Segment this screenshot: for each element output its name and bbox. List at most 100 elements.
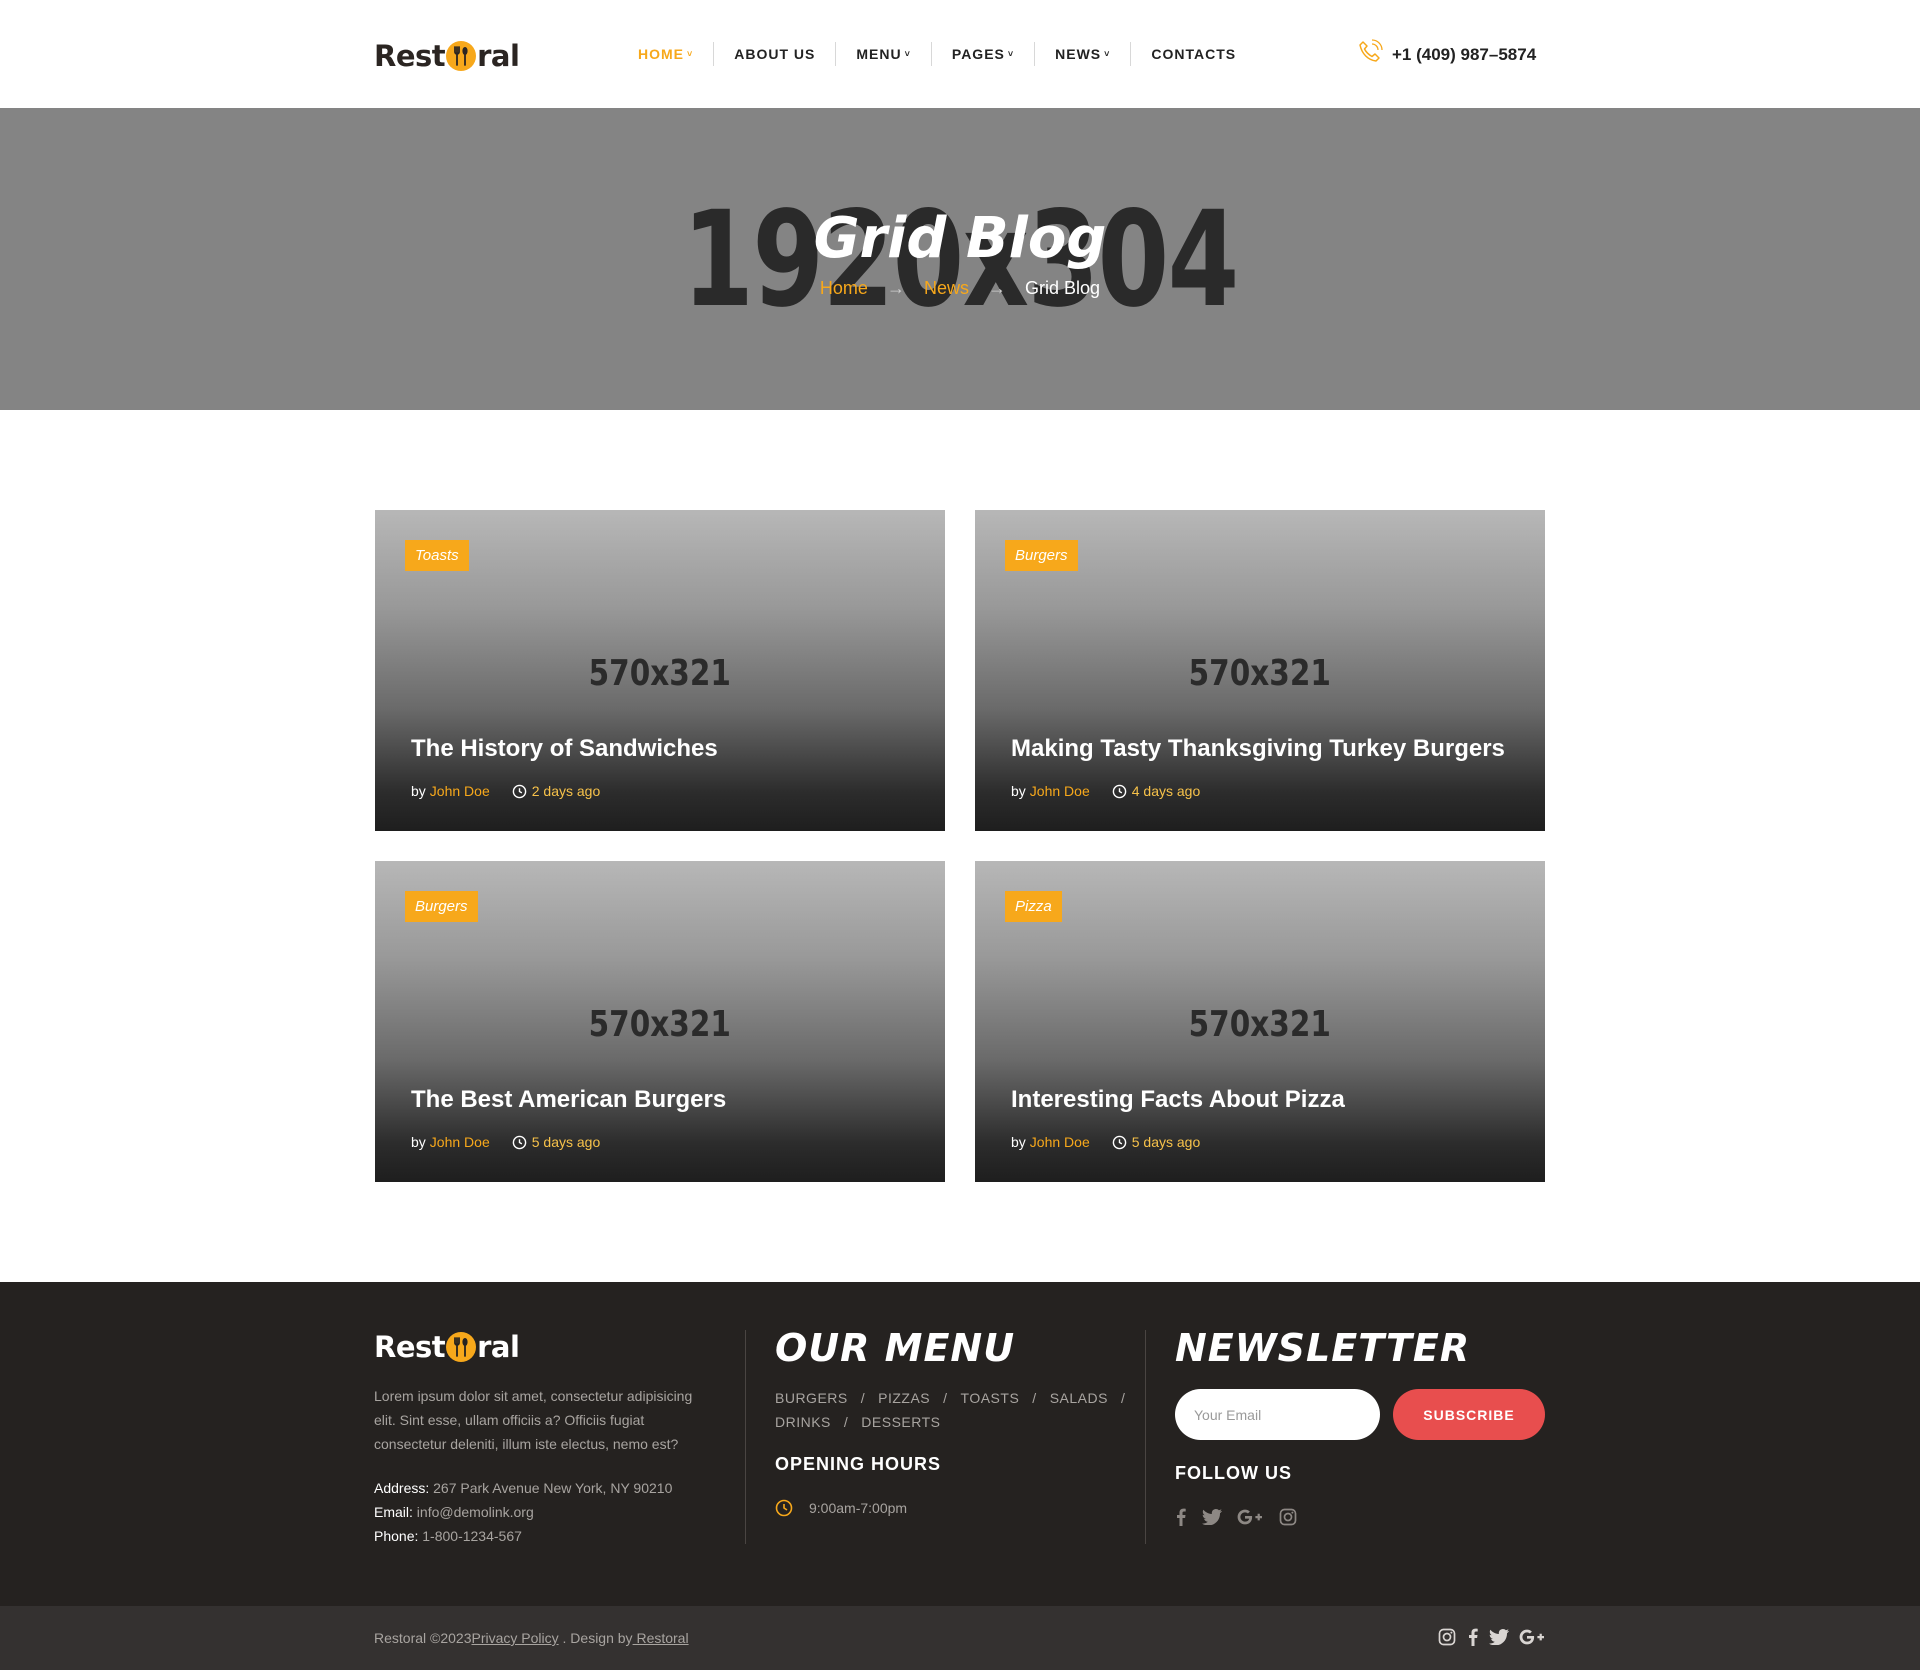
post-title[interactable]: Interesting Facts About Pizza (1011, 1086, 1525, 1114)
twitter-icon[interactable] (1201, 1506, 1223, 1528)
phone-icon (1356, 38, 1392, 71)
post-category-tag[interactable]: Pizza (1005, 891, 1062, 922)
nav-item-home[interactable]: HOME ˅ (618, 42, 713, 66)
design-by-text: . Design by (558, 1630, 633, 1646)
post-category-tag[interactable]: Burgers (1005, 540, 1078, 571)
nav-item-contacts[interactable]: CONTACTS (1130, 42, 1256, 66)
menu-separator: / (1120, 1390, 1126, 1406)
twitter-icon[interactable] (1488, 1626, 1510, 1648)
clock-icon (1112, 784, 1127, 798)
email-value[interactable]: info@demolink.org (417, 1504, 534, 1520)
footer-address: Address: 267 Park Avenue New York, NY 90… (374, 1476, 672, 1500)
facebook-icon[interactable] (1466, 1626, 1480, 1648)
menu-link-pizzas[interactable]: PIZZAS (878, 1390, 930, 1406)
bottom-social (1428, 1626, 1546, 1648)
footer-divider (1145, 1330, 1146, 1544)
post-by-label: by (411, 783, 426, 799)
nav-item-news[interactable]: NEWS ˅ (1034, 42, 1130, 66)
instagram-icon[interactable] (1277, 1506, 1299, 1528)
facebook-icon[interactable] (1175, 1506, 1187, 1528)
privacy-policy-link[interactable]: Privacy Policy (471, 1630, 558, 1646)
menu-link-desserts[interactable]: DESSERTS (861, 1414, 940, 1430)
post-time: 5 days ago (1112, 1134, 1201, 1150)
post-time: 2 days ago (512, 783, 600, 799)
design-by-link[interactable]: Restoral (633, 1630, 688, 1646)
post-image-placeholder: 570x321 (1188, 1004, 1332, 1045)
breadcrumb-current: Grid Blog (1025, 278, 1101, 298)
post-by-label: by (1011, 1134, 1026, 1150)
post-title[interactable]: The Best American Burgers (411, 1086, 925, 1114)
post-time-text: 4 days ago (1131, 783, 1201, 799)
phone-value[interactable]: 1-800-1234-567 (422, 1528, 522, 1544)
chevron-down-icon: ˅ (1007, 49, 1015, 59)
clock-icon (1112, 1135, 1127, 1149)
post-category-tag[interactable]: Toasts (405, 540, 469, 571)
menu-link-toasts[interactable]: TOASTS (961, 1390, 1020, 1406)
post-meta: by John Doe 2 days ago (411, 783, 600, 799)
post-by-label: by (411, 1134, 426, 1150)
copyright-text: Restoral ©2023 (374, 1630, 472, 1646)
nav-item-label: PAGES (951, 46, 1005, 62)
copyright: Restoral ©2023Privacy Policy . Design by… (374, 1630, 689, 1646)
page-title: Grid Blog (813, 206, 1107, 271)
nav-item-label: CONTACTS (1151, 46, 1237, 62)
chevron-down-icon: ˅ (687, 49, 694, 59)
nav-item-label: NEWS (1055, 46, 1102, 62)
main-nav: HOME ˅ ABOUT US MENU ˅ PAGES ˅ NEWS ˅ CO… (618, 40, 1256, 68)
post-category-tag[interactable]: Burgers (405, 891, 478, 922)
menu-link-burgers[interactable]: BURGERS (775, 1390, 848, 1406)
page-hero: 1920x304 Grid Blog Home → News → Grid Bl… (0, 108, 1920, 410)
breadcrumb-news[interactable]: News (924, 278, 969, 298)
follow-us-heading: FOLLOW US (1175, 1463, 1292, 1483)
post-meta: by John Doe 5 days ago (1011, 1134, 1200, 1150)
post-author[interactable]: John Doe (430, 1134, 490, 1150)
subscribe-button[interactable]: SUBSCRIBE (1393, 1389, 1545, 1440)
logo-text-left: Rest (374, 39, 446, 73)
footer-divider (745, 1330, 746, 1544)
nav-item-menu[interactable]: MENU ˅ (835, 42, 931, 66)
footer-social (1175, 1506, 1313, 1528)
post-card[interactable]: 570x321 Toasts The History of Sandwiches… (375, 510, 945, 831)
menu-separator: / (843, 1414, 849, 1430)
post-author[interactable]: John Doe (1030, 783, 1090, 799)
address-label: Address: (374, 1480, 430, 1496)
clock-icon (512, 784, 527, 798)
post-meta: by John Doe 4 days ago (1011, 783, 1200, 799)
google-plus-icon[interactable] (1518, 1626, 1546, 1648)
newsletter-heading: NEWSLETTER (1175, 1326, 1471, 1370)
clock-icon (775, 1499, 793, 1517)
menu-link-drinks[interactable]: DRINKS (775, 1414, 831, 1430)
google-plus-icon[interactable] (1237, 1506, 1263, 1528)
post-title[interactable]: Making Tasty Thanksgiving Turkey Burgers (1011, 735, 1525, 763)
breadcrumb-home[interactable]: Home (820, 278, 868, 298)
opening-hours: 9:00am-7:00pm (775, 1499, 907, 1517)
post-card[interactable]: 570x321 Burgers Making Tasty Thanksgivin… (975, 510, 1545, 831)
post-author[interactable]: John Doe (430, 783, 490, 799)
post-card[interactable]: 570x321 Burgers The Best American Burger… (375, 861, 945, 1182)
newsletter-email-input[interactable] (1175, 1389, 1380, 1440)
post-card[interactable]: 570x321 Pizza Interesting Facts About Pi… (975, 861, 1545, 1182)
post-title[interactable]: The History of Sandwiches (411, 735, 925, 763)
address-value: 267 Park Avenue New York, NY 90210 (433, 1480, 673, 1496)
nav-item-pages[interactable]: PAGES ˅ (930, 42, 1034, 66)
post-time-text: 5 days ago (1131, 1134, 1201, 1150)
fork-spoon-icon (446, 1332, 477, 1362)
menu-link-salads[interactable]: SALADS (1050, 1390, 1108, 1406)
post-author[interactable]: John Doe (1030, 1134, 1090, 1150)
nav-item-label: ABOUT US (734, 46, 816, 62)
breadcrumb: Home → News → Grid Blog (0, 278, 1920, 299)
clock-icon (512, 1135, 527, 1149)
chevron-down-icon: ˅ (904, 49, 911, 59)
bottom-bar: Restoral ©2023Privacy Policy . Design by… (0, 1606, 1920, 1670)
logo-text-right: ral (477, 1330, 520, 1364)
header-phone[interactable]: +1 (409) 987–5874 (1356, 38, 1536, 71)
footer-email: Email: info@demolink.org (374, 1500, 672, 1524)
chevron-down-icon: ˅ (1104, 49, 1111, 59)
nav-item-about-us[interactable]: ABOUT US (713, 42, 835, 66)
post-time: 5 days ago (512, 1134, 600, 1150)
footer-logo[interactable]: Rest ral (374, 1330, 520, 1364)
our-menu-heading: OUR MENU (775, 1326, 1016, 1370)
instagram-icon[interactable] (1436, 1626, 1458, 1648)
email-label: Email: (374, 1504, 413, 1520)
site-logo[interactable]: Rest ral (374, 36, 520, 76)
